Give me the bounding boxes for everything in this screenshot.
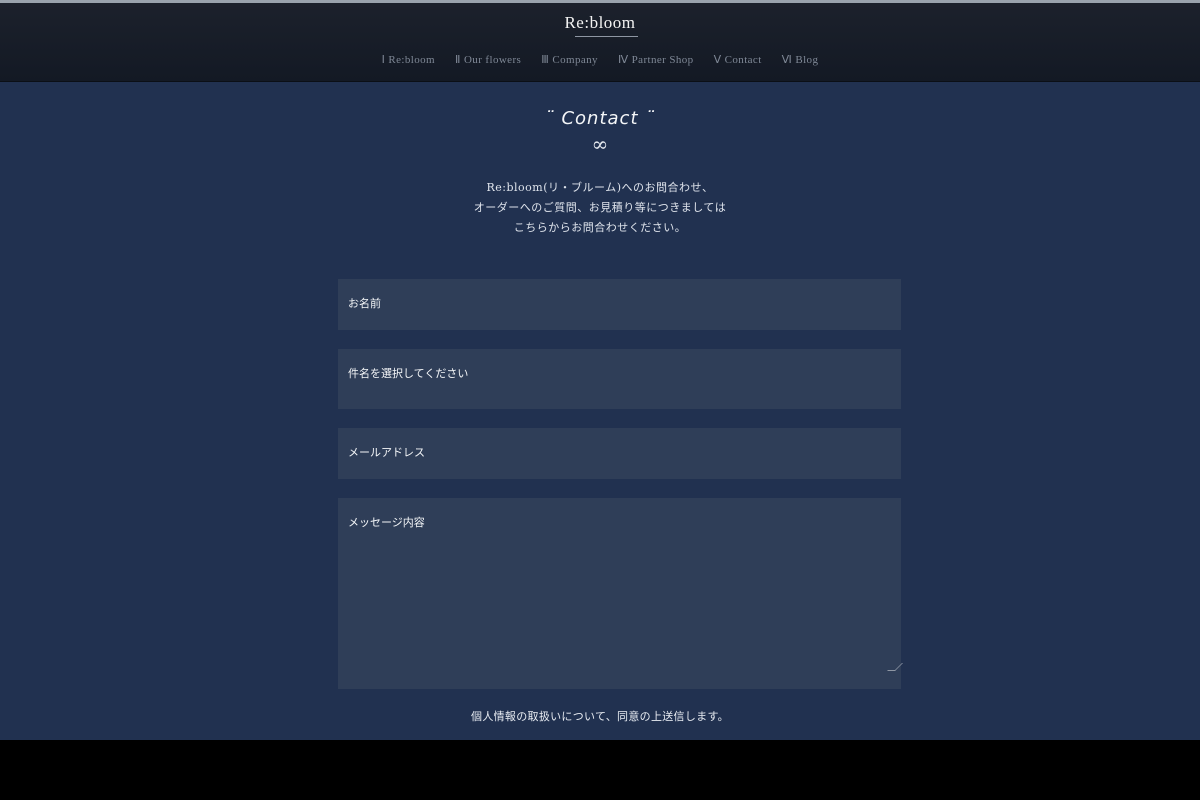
email-field[interactable]: メールアドレス [338, 428, 901, 479]
site-logo[interactable]: Re:bloom [0, 13, 1200, 33]
name-placeholder: お名前 [348, 297, 381, 310]
main-nav: Ⅰ Re:bloom Ⅱ Our flowers Ⅲ Company Ⅳ Par… [0, 53, 1200, 66]
nav-item-our-flowers[interactable]: Ⅱ Our flowers [455, 53, 521, 66]
logo-underline [575, 36, 638, 37]
site-header: Re:bloom Ⅰ Re:bloom Ⅱ Our flowers Ⅲ Comp… [0, 3, 1200, 82]
nav-item-contact[interactable]: Ⅴ Contact [714, 53, 762, 66]
subject-placeholder: 件名を選択してください [348, 367, 469, 380]
nav-item-blog[interactable]: Ⅵ Blog [782, 53, 819, 66]
intro-line-1: Re:bloom(リ・ブルーム)へのお問合わせ、 [486, 181, 714, 194]
resize-handle-icon[interactable] [887, 663, 903, 671]
intro-line-2: オーダーへのご質問、お見積り等につきましては [473, 201, 727, 214]
name-field[interactable]: お名前 [338, 279, 901, 330]
contact-section: ¨ Contact ¨ ∞ Re:bloom(リ・ブルーム)へのお問合わせ、 オ… [0, 82, 1200, 740]
intro-line-3: こちらからお問合わせください。 [513, 221, 687, 234]
footer-area [0, 740, 1200, 800]
message-placeholder: メッセージ内容 [348, 516, 425, 529]
subject-select[interactable]: 件名を選択してください [338, 349, 901, 409]
intro-text: Re:bloom(リ・ブルーム)へのお問合わせ、 オーダーへのご質問、お見積り等… [0, 178, 1200, 238]
nav-item-partner-shop[interactable]: Ⅳ Partner Shop [618, 53, 694, 66]
nav-item-company[interactable]: Ⅲ Company [541, 53, 598, 66]
message-textarea[interactable]: メッセージ内容 [338, 498, 903, 689]
page-title: ¨ Contact ¨ [544, 108, 656, 129]
infinity-icon: ∞ [591, 132, 609, 156]
nav-item-rebloom[interactable]: Ⅰ Re:bloom [382, 53, 435, 66]
email-placeholder: メールアドレス [348, 446, 425, 459]
consent-text: 個人情報の取扱いについて、同意の上送信します。 [471, 710, 729, 723]
